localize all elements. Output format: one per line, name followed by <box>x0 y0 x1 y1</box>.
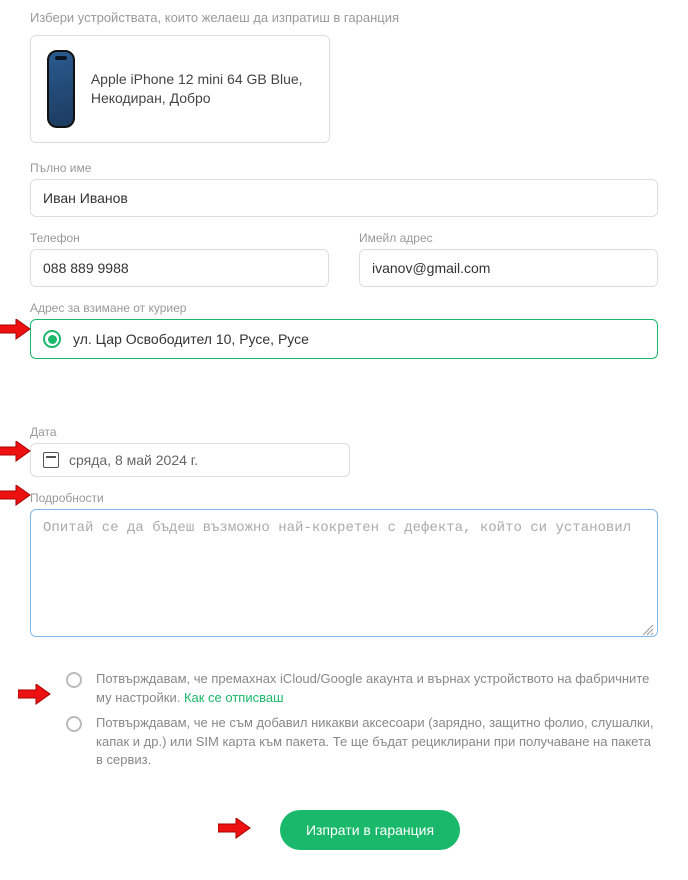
how-to-unsubscribe-link[interactable]: Как се отписваш <box>184 690 284 705</box>
email-input[interactable] <box>359 249 658 287</box>
pickup-address-value: ул. Цар Освободител 10, Русе, Русе <box>73 331 309 347</box>
annotation-arrow-icon <box>0 485 32 507</box>
choose-devices-heading: Избери устройствата, които желаеш да изп… <box>30 10 658 25</box>
resize-handle-icon[interactable] <box>642 624 654 636</box>
pickup-address-option[interactable]: ул. Цар Освободител 10, Русе, Русе <box>30 319 658 359</box>
date-value: сряда, 8 май 2024 г. <box>69 452 198 468</box>
radio-empty-icon <box>66 672 82 688</box>
phone-input[interactable] <box>30 249 329 287</box>
annotation-arrow-icon <box>218 818 252 843</box>
radio-selected-icon <box>43 330 61 348</box>
full-name-input[interactable] <box>30 179 658 217</box>
details-textarea[interactable] <box>30 509 658 637</box>
submit-button[interactable]: Изпрати в гаранция <box>280 810 460 850</box>
phone-label: Телефон <box>30 231 329 245</box>
confirm-item-icloud[interactable]: Потвърждавам, че премахнах iCloud/Google… <box>66 670 658 708</box>
date-input[interactable]: сряда, 8 май 2024 г. <box>30 443 350 477</box>
device-title: Apple iPhone 12 mini 64 GB Blue, Некодир… <box>91 70 313 108</box>
details-label: Подробности <box>30 491 658 505</box>
confirm-text-accessories: Потвърждавам, че не съм добавил никакви … <box>96 714 658 771</box>
full-name-label: Пълно име <box>30 161 658 175</box>
device-card[interactable]: Apple iPhone 12 mini 64 GB Blue, Некодир… <box>30 35 330 143</box>
date-label: Дата <box>30 425 658 439</box>
device-thumbnail <box>47 50 75 128</box>
annotation-arrow-icon <box>0 319 32 341</box>
annotation-arrow-icon <box>18 684 52 706</box>
pickup-address-label: Адрес за взимане от куриер <box>30 301 658 315</box>
radio-empty-icon <box>66 716 82 732</box>
confirm-item-accessories[interactable]: Потвърждавам, че не съм добавил никакви … <box>66 714 658 771</box>
annotation-arrow-icon <box>0 441 32 463</box>
confirm-text-icloud: Потвърждавам, че премахнах iCloud/Google… <box>96 670 658 708</box>
calendar-icon <box>43 452 59 468</box>
email-label: Имейл адрес <box>359 231 658 245</box>
